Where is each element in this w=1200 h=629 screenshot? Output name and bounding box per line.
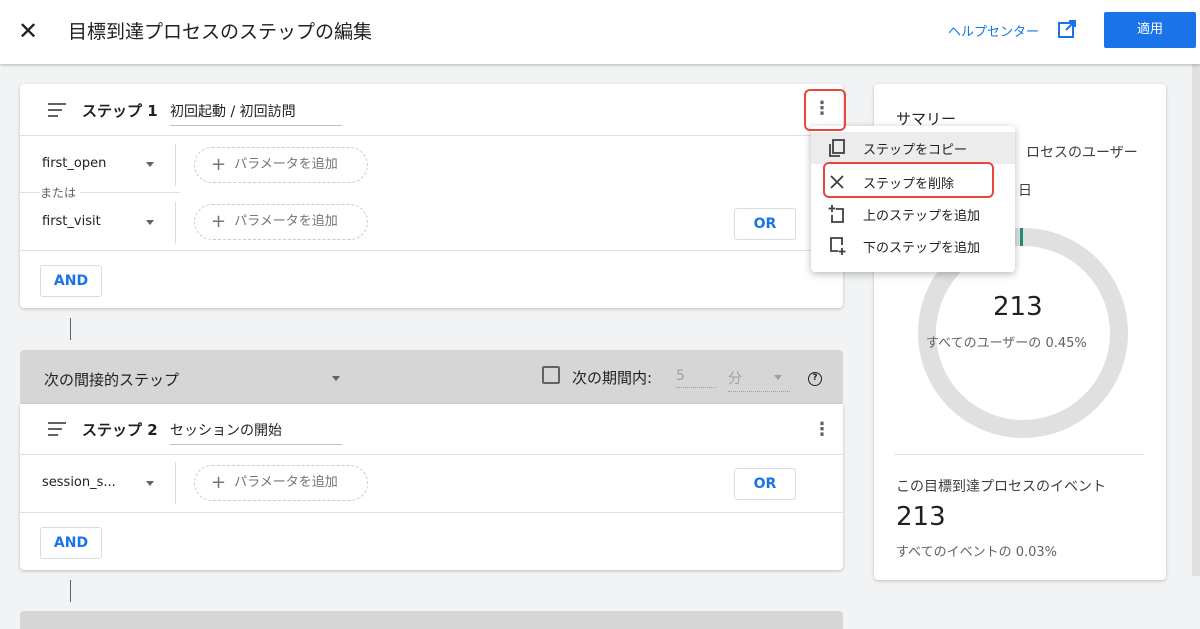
plus-icon: +	[211, 211, 227, 232]
divider	[175, 202, 176, 244]
and-button[interactable]: AND	[40, 527, 102, 559]
step-1-label: ステップ 1	[82, 102, 158, 120]
help-icon[interactable]: ?	[808, 372, 822, 386]
plus-icon: +	[211, 154, 227, 175]
delete-step-menu-item[interactable]: ステップを削除	[811, 166, 1015, 198]
chevron-down-icon[interactable]	[146, 220, 154, 225]
add-step-below-menu-item[interactable]: 下のステップを追加	[811, 230, 1015, 262]
open-in-new-icon[interactable]	[1056, 18, 1078, 42]
add-parameter-label: パラメータを追加	[234, 475, 338, 490]
help-center-link[interactable]: ヘルプセンター	[948, 21, 1039, 40]
drag-handle-icon[interactable]	[48, 422, 66, 436]
divider	[175, 144, 176, 186]
users-count: 213	[993, 292, 1043, 322]
events-count: 213	[896, 502, 946, 532]
close-icon[interactable]: ✕	[16, 16, 40, 46]
chevron-down-icon[interactable]	[332, 376, 340, 381]
divider	[20, 454, 843, 455]
add-step-above-label: 上のステップを追加	[863, 209, 981, 224]
scrollbar[interactable]	[1192, 64, 1200, 576]
and-button[interactable]: AND	[40, 265, 102, 297]
page-title: 目標到達プロセスのステップの編集	[68, 21, 373, 43]
step-2-more-menu-icon[interactable]: ⋮	[812, 419, 832, 440]
or-button[interactable]: OR	[734, 208, 796, 240]
plus-icon: +	[211, 472, 227, 493]
event-select-session-start[interactable]: session_s...	[42, 475, 116, 490]
period-value-input[interactable]: 5	[676, 368, 716, 388]
step-connector	[70, 580, 71, 602]
copy-step-menu-item[interactable]: ステップをコピー	[811, 132, 1015, 164]
funnel-events-label: この目標到達プロセスのイベント	[896, 479, 1106, 495]
add-parameter-label: パラメータを追加	[234, 214, 338, 229]
step-relation-select[interactable]: 次の間接的ステップ	[44, 369, 179, 390]
delete-step-label: ステップを削除	[863, 177, 955, 192]
step-2-label: ステップ 2	[82, 421, 158, 439]
add-step-above-icon	[828, 205, 844, 223]
divider	[894, 454, 1144, 455]
step-2-name-field[interactable]: セッションの開始	[170, 420, 342, 445]
step-2-card: ステップ 2 セッションの開始 ⋮ session_s... + パラメータを追加…	[20, 404, 843, 570]
or-separator-label: または	[40, 184, 81, 201]
copy-step-label: ステップをコピー	[863, 143, 968, 158]
add-parameter-label: パラメータを追加	[234, 157, 338, 172]
date-range-label: 日	[1018, 183, 1032, 199]
users-donut-fill	[1020, 228, 1023, 246]
add-parameter-button[interactable]: + パラメータを追加	[194, 465, 368, 501]
events-percent: すべてのイベントの 0.03%	[896, 545, 1058, 560]
add-parameter-button[interactable]: + パラメータを追加	[194, 204, 368, 240]
period-label: 次の期間内:	[572, 369, 653, 387]
add-parameter-button[interactable]: + パラメータを追加	[194, 147, 368, 183]
add-step-below-label: 下のステップを追加	[863, 241, 981, 256]
top-bar: ✕ 目標到達プロセスのステップの編集 ヘルプセンター 適用	[0, 0, 1200, 64]
step-connector	[70, 318, 71, 340]
divider	[20, 250, 843, 251]
divider	[175, 462, 176, 504]
divider	[20, 135, 843, 136]
event-select-first-visit[interactable]: first_visit	[42, 214, 101, 229]
add-step-above-menu-item[interactable]: 上のステップを追加	[811, 198, 1015, 230]
step-1-more-menu-icon[interactable]: ⋮	[812, 98, 832, 119]
step-1-name-field[interactable]: 初回起動 / 初回訪問	[170, 101, 342, 126]
divider	[20, 512, 843, 513]
time-period-checkbox[interactable]	[542, 366, 560, 384]
funnel-users-label: ロセスのユーザー	[1026, 145, 1138, 161]
step-1-card: ステップ 1 初回起動 / 初回訪問 ⋮ first_open + パラメータを追…	[20, 84, 843, 308]
close-icon	[830, 175, 844, 189]
event-select-first-open[interactable]: first_open	[42, 156, 106, 171]
chevron-down-icon[interactable]	[774, 375, 782, 380]
users-percent: すべてのユーザーの 0.45%	[926, 336, 1087, 351]
or-button[interactable]: OR	[734, 468, 796, 500]
next-step-bar	[20, 611, 843, 629]
copy-icon	[829, 139, 845, 157]
drag-handle-icon[interactable]	[48, 103, 66, 117]
indirect-step-bar: 次の間接的ステップ 次の期間内: 5 分 ?	[20, 350, 843, 406]
step-context-menu: ステップをコピー ステップを削除 上のステップを追加 下のステップを追加	[811, 126, 1015, 272]
apply-button[interactable]: 適用	[1104, 12, 1196, 48]
period-unit-select[interactable]: 分	[728, 368, 790, 392]
chevron-down-icon[interactable]	[146, 481, 154, 486]
chevron-down-icon[interactable]	[146, 162, 154, 167]
add-step-below-icon	[830, 237, 846, 255]
